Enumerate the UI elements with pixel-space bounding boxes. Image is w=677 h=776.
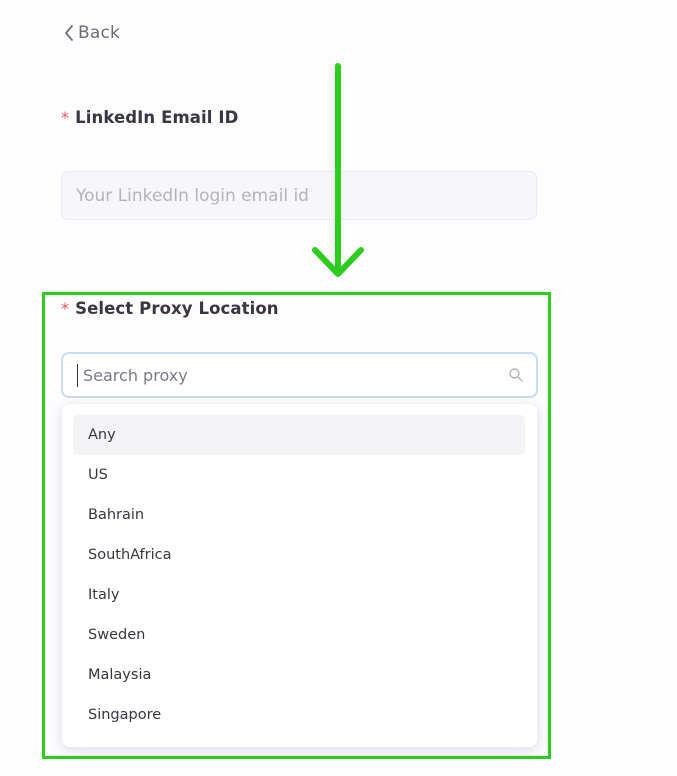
proxy-option-bahrain[interactable]: Bahrain (73, 495, 525, 535)
proxy-option-malaysia[interactable]: Malaysia (73, 655, 525, 695)
required-asterisk: * (61, 299, 70, 318)
text-caret (77, 363, 78, 387)
email-field[interactable]: Your LinkedIn login email id (61, 171, 537, 220)
down-arrow-icon (312, 63, 364, 277)
proxy-field-label: * Select Proxy Location (61, 299, 279, 318)
proxy-dropdown-list: Any US Bahrain SouthAfrica Italy Sweden … (62, 404, 537, 747)
email-label-text: LinkedIn Email ID (75, 108, 239, 127)
proxy-search-input[interactable]: Search proxy (61, 352, 538, 398)
proxy-option-singapore[interactable]: Singapore (73, 695, 525, 735)
proxy-option-any[interactable]: Any (73, 415, 525, 455)
back-label: Back (78, 23, 121, 43)
proxy-option-us[interactable]: US (73, 455, 525, 495)
search-icon (509, 368, 523, 382)
proxy-label-text: Select Proxy Location (75, 299, 279, 318)
proxy-option-sweden[interactable]: Sweden (73, 615, 525, 655)
email-placeholder: Your LinkedIn login email id (76, 185, 309, 206)
proxy-option-italy[interactable]: Italy (73, 575, 525, 615)
search-placeholder: Search proxy (83, 365, 188, 385)
back-button[interactable]: Back (63, 23, 120, 43)
proxy-option-southafrica[interactable]: SouthAfrica (73, 535, 525, 575)
chevron-left-icon (65, 25, 73, 41)
required-asterisk: * (61, 108, 70, 127)
email-field-label: * LinkedIn Email ID (61, 108, 238, 127)
